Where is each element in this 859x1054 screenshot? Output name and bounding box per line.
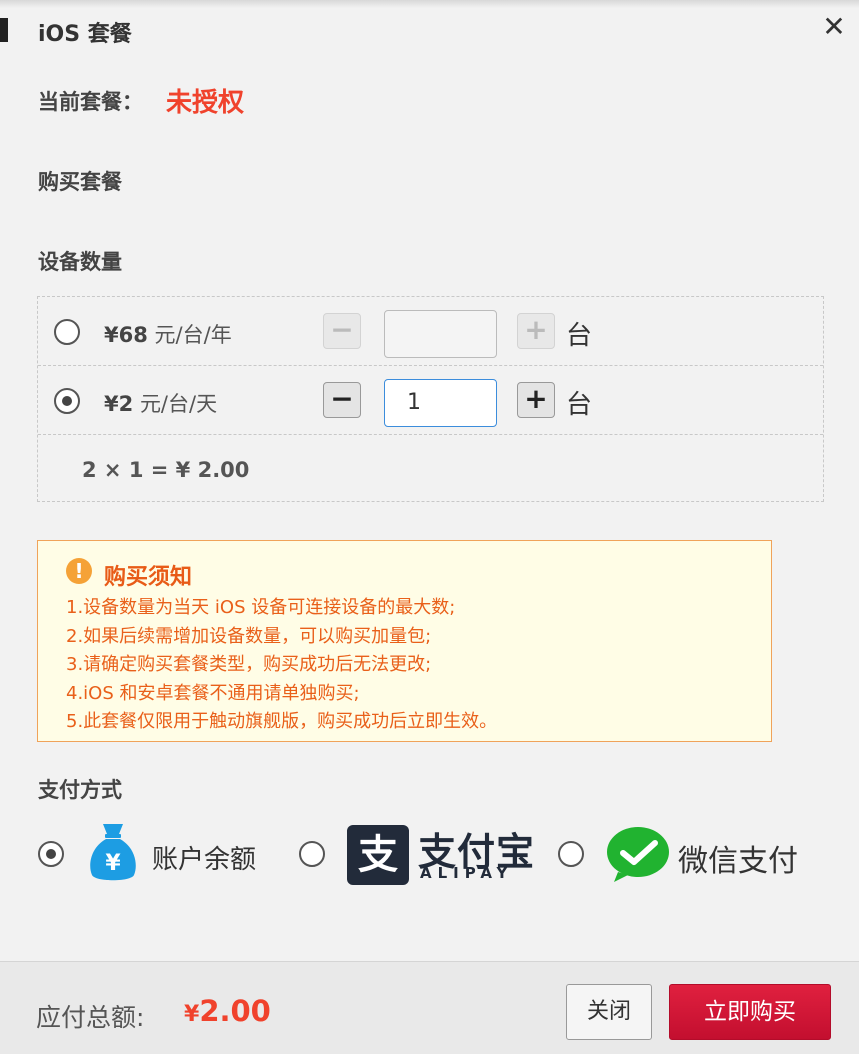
notice-item: 2.如果后续需增加设备数量，可以购买加量包; xyxy=(66,625,432,647)
yearly-quantity-unit: 台 xyxy=(566,321,593,351)
close-icon[interactable]: ✕ xyxy=(821,12,847,42)
device-count-label: 设备数量 xyxy=(38,250,122,274)
yearly-minus-button[interactable]: − xyxy=(323,313,361,349)
dialog-footer: 应付总额: ¥2.00 关闭 立即购买 xyxy=(0,961,859,1054)
plan-row-daily: ¥2 元/台/天 − 1 + 台 xyxy=(38,366,823,435)
wechat-pay-icon xyxy=(607,827,669,882)
payment-name-wechat: 微信支付 xyxy=(678,844,798,879)
plan-price-yearly: ¥68 元/台/年 xyxy=(104,323,232,347)
price-formula: 2 × 1 = ¥ 2.00 xyxy=(82,458,250,482)
payment-method-label: 支付方式 xyxy=(38,778,122,802)
total-amount: ¥2.00 xyxy=(184,994,271,1028)
notice-item: 1.设备数量为当天 iOS 设备可连接设备的最大数; xyxy=(66,597,456,618)
notice-title: 购买须知 xyxy=(104,565,193,590)
purchase-heading: 购买套餐 xyxy=(38,170,122,194)
payment-radio-balance[interactable] xyxy=(38,841,64,867)
plan-radio-daily[interactable] xyxy=(54,388,80,414)
daily-quantity-input[interactable]: 1 xyxy=(384,379,497,427)
payment-radio-wechat[interactable] xyxy=(558,841,584,867)
plan-radio-yearly[interactable] xyxy=(54,319,80,345)
plan-price-daily: ¥2 元/台/天 xyxy=(104,392,218,416)
dialog-title: iOS 套餐 xyxy=(38,22,132,47)
yearly-quantity-input[interactable] xyxy=(384,310,497,358)
yearly-plus-button[interactable]: + xyxy=(517,313,555,349)
notice-item: 4.iOS 和安卓套餐不通用请单独购买; xyxy=(66,682,360,704)
notice-list: 1.设备数量为当天 iOS 设备可连接设备的最大数; 2.如果后续需增加设备数量… xyxy=(66,594,497,737)
current-plan-label: 当前套餐： xyxy=(38,90,143,114)
notice-item: 5.此套餐仅限用于触动旗舰版，购买成功后立即生效。 xyxy=(66,711,498,732)
close-button[interactable]: 关闭 xyxy=(566,984,652,1040)
payment-radio-alipay[interactable] xyxy=(299,841,325,867)
daily-plus-button[interactable]: + xyxy=(517,382,555,418)
buy-now-button[interactable]: 立即购买 xyxy=(669,984,831,1040)
money-bag-icon: ¥ xyxy=(90,824,136,881)
warning-icon: ! xyxy=(66,558,92,584)
dialog-top-shadow xyxy=(0,0,859,8)
svg-text:¥: ¥ xyxy=(105,851,121,876)
title-accent-bar xyxy=(0,18,8,42)
daily-quantity-unit: 台 xyxy=(566,390,593,420)
alipay-icon: 支 xyxy=(347,825,409,885)
plan-options: ¥68 元/台/年 − + 台 ¥2 元/台/天 − 1 + 台 2 × 1 =… xyxy=(37,296,824,502)
plan-row-yearly: ¥68 元/台/年 − + 台 xyxy=(38,297,823,366)
notice-item: 3.请确定购买套餐类型，购买成功后无法更改; xyxy=(66,654,432,675)
payment-name-balance: 账户余额 xyxy=(152,845,257,875)
total-label: 应付总额: xyxy=(36,1003,145,1032)
alipay-subtitle: ALIPAY xyxy=(420,864,514,882)
purchase-notice: ! 购买须知 1.设备数量为当天 iOS 设备可连接设备的最大数; 2.如果后续… xyxy=(37,540,772,742)
daily-minus-button[interactable]: − xyxy=(323,382,361,418)
current-plan-status: 未授权 xyxy=(166,88,245,118)
